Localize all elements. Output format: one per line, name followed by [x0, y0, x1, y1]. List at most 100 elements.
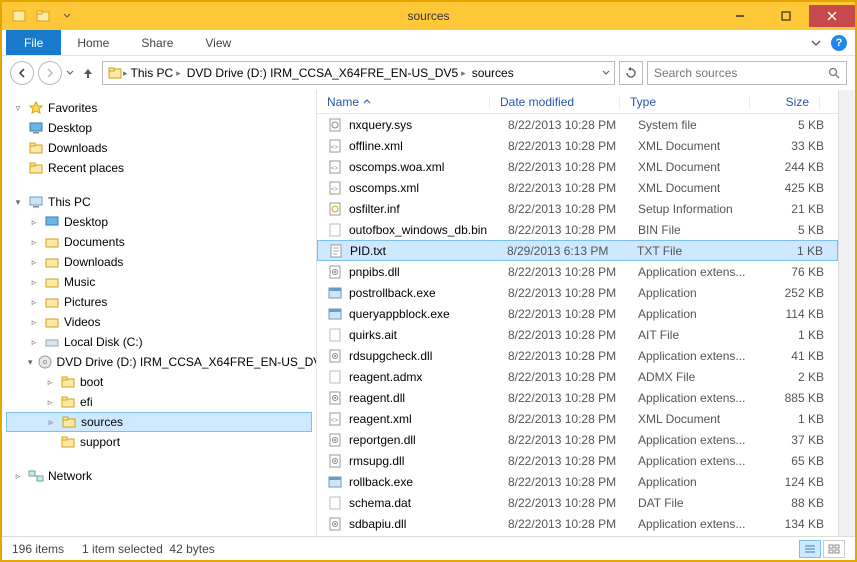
nav-fav-desktop[interactable]: Desktop	[6, 118, 312, 138]
column-date[interactable]: Date modified	[490, 95, 620, 109]
file-list-pane: Name Date modified Type Size nxquery.sys…	[317, 90, 838, 536]
nav-network[interactable]: ▹Network	[6, 466, 312, 486]
file-row[interactable]: <>reagent.xml8/22/2013 10:28 PMXML Docum…	[317, 408, 838, 429]
status-selected-count: 1 item selected 42 bytes	[82, 542, 215, 556]
nav-thispc[interactable]: ▾This PC	[6, 192, 312, 212]
nav-efi[interactable]: ▹efi	[6, 392, 312, 412]
column-size[interactable]: Size	[750, 95, 820, 109]
quick-access-toolbar	[2, 5, 78, 27]
file-size: 124 KB	[768, 475, 838, 489]
tab-home[interactable]: Home	[61, 30, 125, 55]
file-row[interactable]: schema.dat8/22/2013 10:28 PMDAT File88 K…	[317, 492, 838, 513]
qat-dropdown[interactable]	[56, 5, 78, 27]
file-icon	[327, 201, 343, 217]
crumb-dvd[interactable]: DVD Drive (D:) IRM_CCSA_X64FRE_EN-US_DV5…	[184, 66, 469, 80]
file-type: System file	[638, 118, 768, 132]
file-size: 41 KB	[768, 349, 838, 363]
folder-icon	[60, 374, 76, 390]
main-area: ▿Favorites Desktop Downloads Recent plac…	[2, 90, 855, 536]
file-name: reagent.dll	[349, 391, 405, 405]
crumb-thispc[interactable]: This PC▸	[128, 66, 184, 80]
file-type: Application extens...	[638, 349, 768, 363]
file-row[interactable]: reagent.dll8/22/2013 10:28 PMApplication…	[317, 387, 838, 408]
recent-locations-dropdown[interactable]	[66, 69, 74, 77]
tab-share[interactable]: Share	[125, 30, 189, 55]
nav-boot[interactable]: ▹boot	[6, 372, 312, 392]
close-button[interactable]	[809, 5, 855, 27]
nav-dvddrive[interactable]: ▾DVD Drive (D:) IRM_CCSA_X64FRE_EN-US_DV…	[6, 352, 312, 372]
file-date: 8/22/2013 10:28 PM	[508, 412, 638, 426]
column-name[interactable]: Name	[317, 95, 490, 109]
file-row[interactable]: PID.txt8/29/2013 6:13 PMTXT File1 KB	[317, 240, 838, 261]
expand-ribbon-icon[interactable]	[811, 38, 821, 48]
nav-sources[interactable]: ▹sources	[6, 412, 312, 432]
address-bar[interactable]: ▸ This PC▸ DVD Drive (D:) IRM_CCSA_X64FR…	[102, 61, 615, 85]
file-tab[interactable]: File	[6, 30, 61, 55]
file-type: Application extens...	[638, 517, 768, 531]
file-row[interactable]: osfilter.inf8/22/2013 10:28 PMSetup Info…	[317, 198, 838, 219]
back-button[interactable]	[10, 61, 34, 85]
qat-properties-button[interactable]	[8, 5, 30, 27]
file-icon	[327, 516, 343, 532]
vertical-scrollbar[interactable]	[838, 90, 855, 536]
file-date: 8/22/2013 10:28 PM	[508, 370, 638, 384]
nav-pictures[interactable]: ▹Pictures	[6, 292, 312, 312]
file-icon: <>	[327, 159, 343, 175]
nav-downloads[interactable]: ▹Downloads	[6, 252, 312, 272]
file-row[interactable]: <>oscomps.woa.xml8/22/2013 10:28 PMXML D…	[317, 156, 838, 177]
file-row[interactable]: rdsupgcheck.dll8/22/2013 10:28 PMApplica…	[317, 345, 838, 366]
file-name: queryappblock.exe	[349, 307, 450, 321]
nav-localdisk[interactable]: ▹Local Disk (C:)	[6, 332, 312, 352]
search-input[interactable]	[654, 66, 828, 80]
column-type[interactable]: Type	[620, 95, 750, 109]
nav-favorites[interactable]: ▿Favorites	[6, 98, 312, 118]
folder-icon	[44, 274, 60, 290]
up-button[interactable]	[78, 63, 98, 83]
nav-support[interactable]: support	[6, 432, 312, 452]
tab-view[interactable]: View	[189, 30, 247, 55]
file-icon	[327, 306, 343, 322]
file-date: 8/22/2013 10:28 PM	[508, 391, 638, 405]
help-icon[interactable]: ?	[831, 35, 847, 51]
file-row[interactable]: queryappblock.exe8/22/2013 10:28 PMAppli…	[317, 303, 838, 324]
file-size: 134 KB	[768, 517, 838, 531]
file-row[interactable]: <>offline.xml8/22/2013 10:28 PMXML Docum…	[317, 135, 838, 156]
nav-documents[interactable]: ▹Documents	[6, 232, 312, 252]
nav-desktop[interactable]: ▹Desktop	[6, 212, 312, 232]
file-type: DAT File	[638, 496, 768, 510]
folder-icon	[28, 140, 44, 156]
nav-videos[interactable]: ▹Videos	[6, 312, 312, 332]
nav-fav-downloads[interactable]: Downloads	[6, 138, 312, 158]
file-row[interactable]: pnpibs.dll8/22/2013 10:28 PMApplication …	[317, 261, 838, 282]
file-icon	[327, 285, 343, 301]
nav-music[interactable]: ▹Music	[6, 272, 312, 292]
crumb-sources[interactable]: sources	[469, 66, 517, 80]
file-row[interactable]: rollback.exe8/22/2013 10:28 PMApplicatio…	[317, 471, 838, 492]
file-row[interactable]: sdbapiu.dll8/22/2013 10:28 PMApplication…	[317, 513, 838, 534]
network-icon	[28, 468, 44, 484]
file-row[interactable]: <>oscomps.xml8/22/2013 10:28 PMXML Docum…	[317, 177, 838, 198]
nav-fav-recent[interactable]: Recent places	[6, 158, 312, 178]
file-icon	[327, 327, 343, 343]
refresh-button[interactable]	[619, 61, 643, 85]
file-size: 37 KB	[768, 433, 838, 447]
file-row[interactable]: postrollback.exe8/22/2013 10:28 PMApplic…	[317, 282, 838, 303]
file-row[interactable]: rmsupg.dll8/22/2013 10:28 PMApplication …	[317, 450, 838, 471]
details-view-button[interactable]	[799, 540, 821, 558]
address-row: ▸ This PC▸ DVD Drive (D:) IRM_CCSA_X64FR…	[2, 56, 855, 90]
search-box[interactable]	[647, 61, 847, 85]
file-size: 88 KB	[768, 496, 838, 510]
forward-button[interactable]	[38, 61, 62, 85]
file-row[interactable]: quirks.ait8/22/2013 10:28 PMAIT File1 KB	[317, 324, 838, 345]
search-icon[interactable]	[828, 67, 840, 79]
qat-newfolder-button[interactable]	[32, 5, 54, 27]
file-type: Application extens...	[638, 265, 768, 279]
icons-view-button[interactable]	[823, 540, 845, 558]
maximize-button[interactable]	[763, 5, 809, 27]
file-row[interactable]: reportgen.dll8/22/2013 10:28 PMApplicati…	[317, 429, 838, 450]
file-row[interactable]: reagent.admx8/22/2013 10:28 PMADMX File2…	[317, 366, 838, 387]
minimize-button[interactable]	[717, 5, 763, 27]
file-row[interactable]: nxquery.sys8/22/2013 10:28 PMSystem file…	[317, 114, 838, 135]
address-dropdown-icon[interactable]	[602, 69, 610, 77]
file-row[interactable]: outofbox_windows_db.bin8/22/2013 10:28 P…	[317, 219, 838, 240]
